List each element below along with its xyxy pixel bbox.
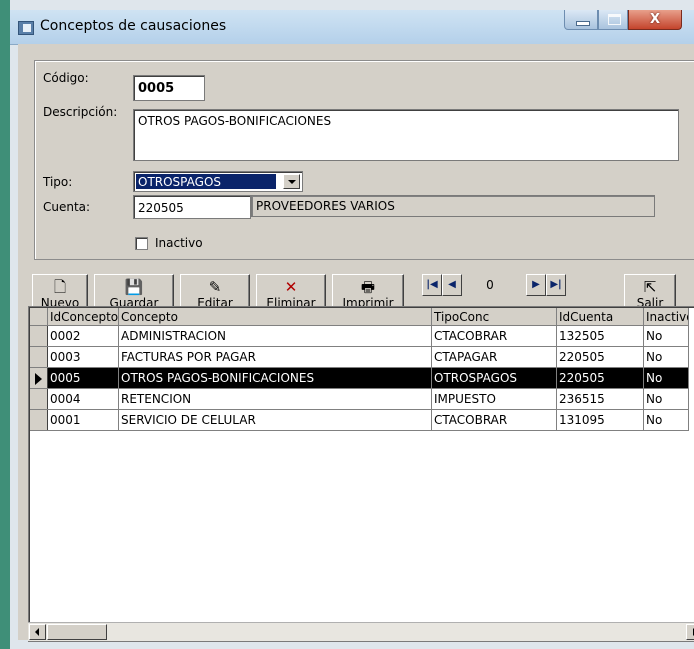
maximize-icon [608,14,621,25]
table-row[interactable]: 0005 OTROS PAGOS-BONIFICACIONES OTROSPAGOS… [30,367,689,389]
table-cell[interactable]: 0005 [47,367,119,389]
codigo-field[interactable]: 0005 [133,75,205,101]
horizontal-scrollbar[interactable] [28,622,694,641]
row-indicator[interactable] [30,388,48,410]
title-bar[interactable]: Conceptos de causaciones X [10,10,694,45]
window-client-area: Código: 0005 Descripción: OTROS PAGOS-BO… [18,44,694,642]
table-cell[interactable]: No [643,325,689,347]
table-cell[interactable]: 131095 [556,409,644,431]
window-app-icon [18,21,34,35]
cuenta-name-field: PROVEEDORES VARIOS [251,195,655,217]
table-cell[interactable]: OTROSPAGOS [431,367,557,389]
record-navigator: |◀ ◀ 0 ▶ ▶| [414,274,586,304]
current-row-arrow-icon [35,372,42,385]
printer-icon: 🖶 [360,278,376,296]
table-cell[interactable]: 0004 [47,388,119,410]
delete-icon: ✕ [284,278,298,296]
table-cell[interactable]: 220505 [556,346,644,368]
table-cell[interactable]: 236515 [556,388,644,410]
first-icon: |◀ [426,279,438,290]
minimize-icon [576,21,590,26]
table-row[interactable]: 0002 ADMINISTRACION CTACOBRAR 132505 No [30,325,689,347]
table-cell[interactable]: RETENCION [118,388,432,410]
next-record-button[interactable]: ▶ [526,274,546,296]
table-cell[interactable]: No [643,409,689,431]
table-row[interactable]: 0004 RETENCION IMPUESTO 236515 No [30,388,689,410]
table-cell[interactable]: FACTURAS POR PAGAR [118,346,432,368]
table-cell[interactable]: ADMINISTRACION [118,325,432,347]
window-title: Conceptos de causaciones [40,18,227,34]
tipo-combo[interactable]: OTROSPAGOS [133,171,303,192]
desktop-edge [0,0,10,649]
tipo-label: Tipo: [43,175,73,189]
table-cell[interactable]: 220505 [556,367,644,389]
record-position: 0 [486,278,494,292]
table-cell[interactable]: 132505 [556,325,644,347]
table-cell[interactable]: No [643,367,689,389]
tipo-combo-value: OTROSPAGOS [136,174,276,189]
col-header-inactivo[interactable]: Inactivo [643,308,689,326]
chevron-down-icon[interactable] [283,174,300,189]
table-cell[interactable]: 0003 [47,346,119,368]
table-cell[interactable]: 0002 [47,325,119,347]
descripcion-field[interactable]: OTROS PAGOS-BONIFICACIONES [133,109,679,161]
first-record-button[interactable]: |◀ [422,274,442,296]
col-header-idconcepto[interactable]: IdConcepto [47,308,119,326]
table-cell[interactable]: SERVICIO DE CELULAR [118,409,432,431]
scroll-thumb[interactable] [47,624,107,640]
scroll-right-icon[interactable] [686,624,694,640]
row-indicator[interactable] [30,367,48,389]
table-cell[interactable]: CTACOBRAR [431,409,557,431]
table-cell[interactable]: CTAPAGAR [431,346,557,368]
last-record-button[interactable]: ▶| [546,274,566,296]
grid-table: IdConcepto Concepto TipoConc IdCuenta In… [30,308,689,431]
save-icon: 💾 [124,278,144,296]
cuenta-code-field[interactable]: 220505 [133,195,251,219]
table-cell[interactable]: OTROS PAGOS-BONIFICACIONES [118,367,432,389]
col-header-concepto[interactable]: Concepto [118,308,432,326]
prev-icon: ◀ [448,279,456,290]
codigo-label: Código: [43,71,89,85]
inactivo-label: Inactivo [155,236,203,250]
close-icon: X [649,12,661,27]
descripcion-label: Descripción: [43,105,118,119]
minimize-button[interactable] [564,10,598,30]
form-panel: Código: 0005 Descripción: OTROS PAGOS-BO… [34,60,694,260]
row-indicator[interactable] [30,325,48,347]
table-row[interactable]: 0001 SERVICIO DE CELULAR CTACOBRAR 131095 No [30,409,689,431]
grid-header-row: IdConcepto Concepto TipoConc IdCuenta In… [30,308,689,326]
close-button[interactable]: X [628,10,682,30]
table-cell[interactable]: IMPUESTO [431,388,557,410]
row-indicator[interactable] [30,346,48,368]
concepts-grid[interactable]: IdConcepto Concepto TipoConc IdCuenta In… [28,306,694,642]
grid-body: 0002 ADMINISTRACION CTACOBRAR 132505 No 0003 F… [30,325,689,431]
table-cell[interactable]: 0001 [47,409,119,431]
prev-record-button[interactable]: ◀ [442,274,462,296]
scroll-left-icon[interactable] [29,624,46,640]
exit-door-icon: ⇱ [643,278,657,296]
table-row[interactable]: 0003 FACTURAS POR PAGAR CTAPAGAR 220505 No [30,346,689,368]
row-indicator-header [30,308,48,326]
last-icon: ▶| [550,279,562,290]
col-header-tipoconc[interactable]: TipoConc [431,308,557,326]
col-header-idcuenta[interactable]: IdCuenta [556,308,644,326]
table-cell[interactable]: CTACOBRAR [431,325,557,347]
row-indicator[interactable] [30,409,48,431]
next-icon: ▶ [532,279,540,290]
table-cell[interactable]: No [643,388,689,410]
maximize-button[interactable] [598,10,628,30]
inactivo-checkbox[interactable] [135,237,148,250]
cuenta-label: Cuenta: [43,200,91,214]
new-document-icon: 🗋 [53,278,67,296]
table-cell[interactable]: No [643,346,689,368]
edit-icon: ✎ [208,278,222,296]
